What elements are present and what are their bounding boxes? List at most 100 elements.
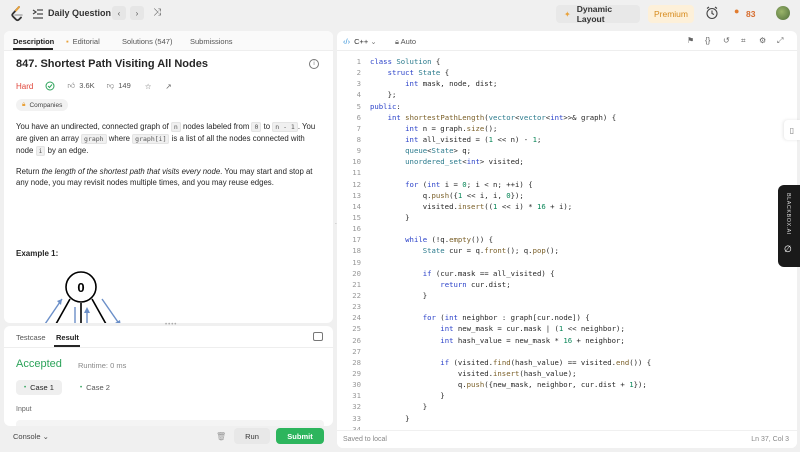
- code-line[interactable]: 9 queue<State> q;: [337, 145, 777, 156]
- like-button[interactable]: 👍︎ 3.6K: [67, 81, 94, 91]
- active-result-tab-indicator: [54, 345, 80, 347]
- code-line-text: visited.insert((1 << i) * 16 + i);: [370, 201, 573, 211]
- inline-code: n - 1: [272, 122, 298, 132]
- code-line[interactable]: 18 State cur = q.front(); q.pop();: [337, 245, 777, 256]
- user-avatar[interactable]: [776, 6, 790, 20]
- dislike-button[interactable]: 👎︎ 149: [107, 81, 131, 91]
- auto-label: Auto: [400, 37, 417, 46]
- fullscreen-icon[interactable]: ⤢: [777, 36, 783, 46]
- collapse-panel-icon[interactable]: [313, 332, 323, 341]
- auto-mode-toggle[interactable]: 🔒︎ Auto: [395, 37, 416, 47]
- console-toggle[interactable]: Console ⌄: [13, 432, 49, 441]
- description-text: Return: [16, 166, 42, 176]
- code-line[interactable]: 17 while (!q.empty()) {: [337, 234, 777, 245]
- thumbs-up-icon: 👍︎: [67, 81, 76, 90]
- submit-button[interactable]: Submit: [276, 428, 324, 444]
- code-line[interactable]: 27: [337, 346, 777, 357]
- code-line[interactable]: 22 }: [337, 290, 777, 301]
- code-line[interactable]: 8 int all_visited = (1 << n) - 1;: [337, 134, 777, 145]
- code-line-text: };: [370, 90, 397, 100]
- line-number: 22: [352, 290, 361, 300]
- code-line[interactable]: 16: [337, 223, 777, 234]
- top-bar: Daily Question ‹ › ⤨ ✦ Dynamic Layout Pr…: [0, 0, 800, 28]
- code-line[interactable]: 10 unordered_set<int> visited;: [337, 156, 777, 167]
- tab-description[interactable]: Description: [13, 37, 54, 46]
- code-line[interactable]: 33 }: [337, 413, 777, 424]
- chevron-left-icon: ‹: [117, 8, 121, 18]
- code-line[interactable]: 11: [337, 167, 777, 178]
- leetcode-logo-icon[interactable]: [10, 6, 24, 22]
- code-line[interactable]: 6 int shortestPathLength(vector<vector<i…: [337, 112, 777, 123]
- code-line-text: public:: [370, 101, 401, 111]
- case-1-button[interactable]: • Case 1: [16, 380, 62, 395]
- case-2-button[interactable]: • Case 2: [72, 380, 118, 395]
- streak-count: 83: [746, 9, 756, 19]
- companies-tag[interactable]: 🔒︎ Companies: [16, 99, 69, 111]
- settings-gear-icon[interactable]: ⚙: [759, 36, 766, 45]
- blackbox-ai-widget[interactable]: BLACKBOX.AI ∅: [778, 185, 800, 267]
- line-number: 2: [356, 68, 361, 78]
- clear-icon[interactable]: 🗑︎: [216, 432, 226, 441]
- line-number: 17: [352, 235, 361, 245]
- code-line[interactable]: 19: [337, 257, 777, 268]
- code-line-text: int hash_value = new_mask * 16 + neighbo…: [440, 335, 625, 345]
- reset-icon[interactable]: ↺: [723, 36, 730, 45]
- code-line[interactable]: 26 int hash_value = new_mask * 16 + neig…: [337, 335, 777, 346]
- run-button[interactable]: Run: [234, 428, 270, 444]
- streak-flame-icon[interactable]: ●: [734, 6, 739, 16]
- tab-editorial[interactable]: ▪ Editorial: [66, 37, 100, 46]
- language-selector[interactable]: ‹/› C++ ⌄: [343, 37, 377, 46]
- code-line[interactable]: 4 };: [337, 89, 777, 100]
- code-line[interactable]: 12 for (int i = 0; i < n; ++i) {: [337, 179, 777, 190]
- side-document-icon[interactable]: ▯: [784, 120, 800, 140]
- code-line[interactable]: 24 for (int neighbor : graph[cur.node]) …: [337, 312, 777, 323]
- daily-question-link[interactable]: Daily Question: [48, 8, 111, 18]
- dynamic-layout-label: Dynamic Layout: [576, 4, 613, 24]
- code-line[interactable]: 20 if (cur.mask == all_visited) {: [337, 268, 777, 279]
- code-line[interactable]: 25 int new_mask = cur.mask | (1 << neigh…: [337, 323, 777, 334]
- dynamic-layout-button[interactable]: ✦ Dynamic Layout: [556, 4, 640, 24]
- code-area[interactable]: 1 class Solution {2 struct State {3 int m…: [337, 56, 777, 446]
- code-line[interactable]: 28 if (visited.find(hash_value) == visit…: [337, 357, 777, 368]
- line-number: 29: [352, 368, 361, 378]
- format-braces-icon[interactable]: {}: [705, 36, 710, 45]
- info-icon[interactable]: i: [309, 59, 319, 69]
- code-line[interactable]: 13 q.push({1 << i, i, 0});: [337, 190, 777, 201]
- inline-code: 0: [251, 122, 262, 132]
- code-line-text: class Solution {: [370, 57, 441, 66]
- bookmark-icon[interactable]: ⚑: [687, 36, 694, 45]
- code-line[interactable]: 30 q.push({new_mask, neighbor, cur.dist …: [337, 379, 777, 390]
- tab-submissions[interactable]: Submissions: [190, 37, 233, 46]
- shuffle-icon[interactable]: ⤨: [153, 7, 161, 18]
- code-line-text: }: [370, 402, 428, 412]
- description-paragraph-1: You have an undirected, connected graph …: [16, 121, 324, 158]
- line-number: 15: [352, 212, 361, 222]
- description-text: by an edge.: [45, 146, 89, 156]
- code-line-text: }: [370, 290, 428, 300]
- code-line[interactable]: 15 }: [337, 212, 777, 223]
- code-line[interactable]: 31 }: [337, 390, 777, 401]
- code-line[interactable]: 21 return cur.dist;: [337, 279, 777, 290]
- share-icon[interactable]: ↗: [166, 82, 172, 91]
- code-line[interactable]: 29 visited.insert(hash_value);: [337, 368, 777, 379]
- code-line[interactable]: 5 public:: [337, 101, 777, 112]
- code-line[interactable]: 7 int n = graph.size();: [337, 123, 777, 134]
- tab-solutions[interactable]: Solutions (547): [122, 37, 172, 46]
- code-line[interactable]: 14 visited.insert((1 << i) * 16 + i);: [337, 201, 777, 212]
- prev-question-button[interactable]: ‹: [112, 6, 126, 20]
- tab-result[interactable]: Result: [56, 333, 79, 342]
- code-line[interactable]: 3 int mask, node, dist;: [337, 78, 777, 89]
- tab-testcase[interactable]: Testcase: [16, 333, 46, 342]
- code-line[interactable]: 32 }: [337, 401, 777, 412]
- code-line[interactable]: 23: [337, 301, 777, 312]
- shortcut-icon[interactable]: ⌗: [741, 36, 746, 46]
- premium-button[interactable]: Premium: [648, 5, 694, 23]
- code-line[interactable]: 1 class Solution {: [337, 56, 777, 67]
- next-question-button[interactable]: ›: [130, 6, 144, 20]
- alarm-clock-icon[interactable]: [705, 6, 719, 20]
- code-line[interactable]: 2 struct State {: [337, 67, 777, 78]
- star-icon[interactable]: ☆: [145, 82, 152, 91]
- runtime-text: Runtime: 0 ms: [78, 361, 127, 370]
- line-number: 10: [352, 157, 361, 167]
- problem-list-icon[interactable]: [32, 8, 44, 20]
